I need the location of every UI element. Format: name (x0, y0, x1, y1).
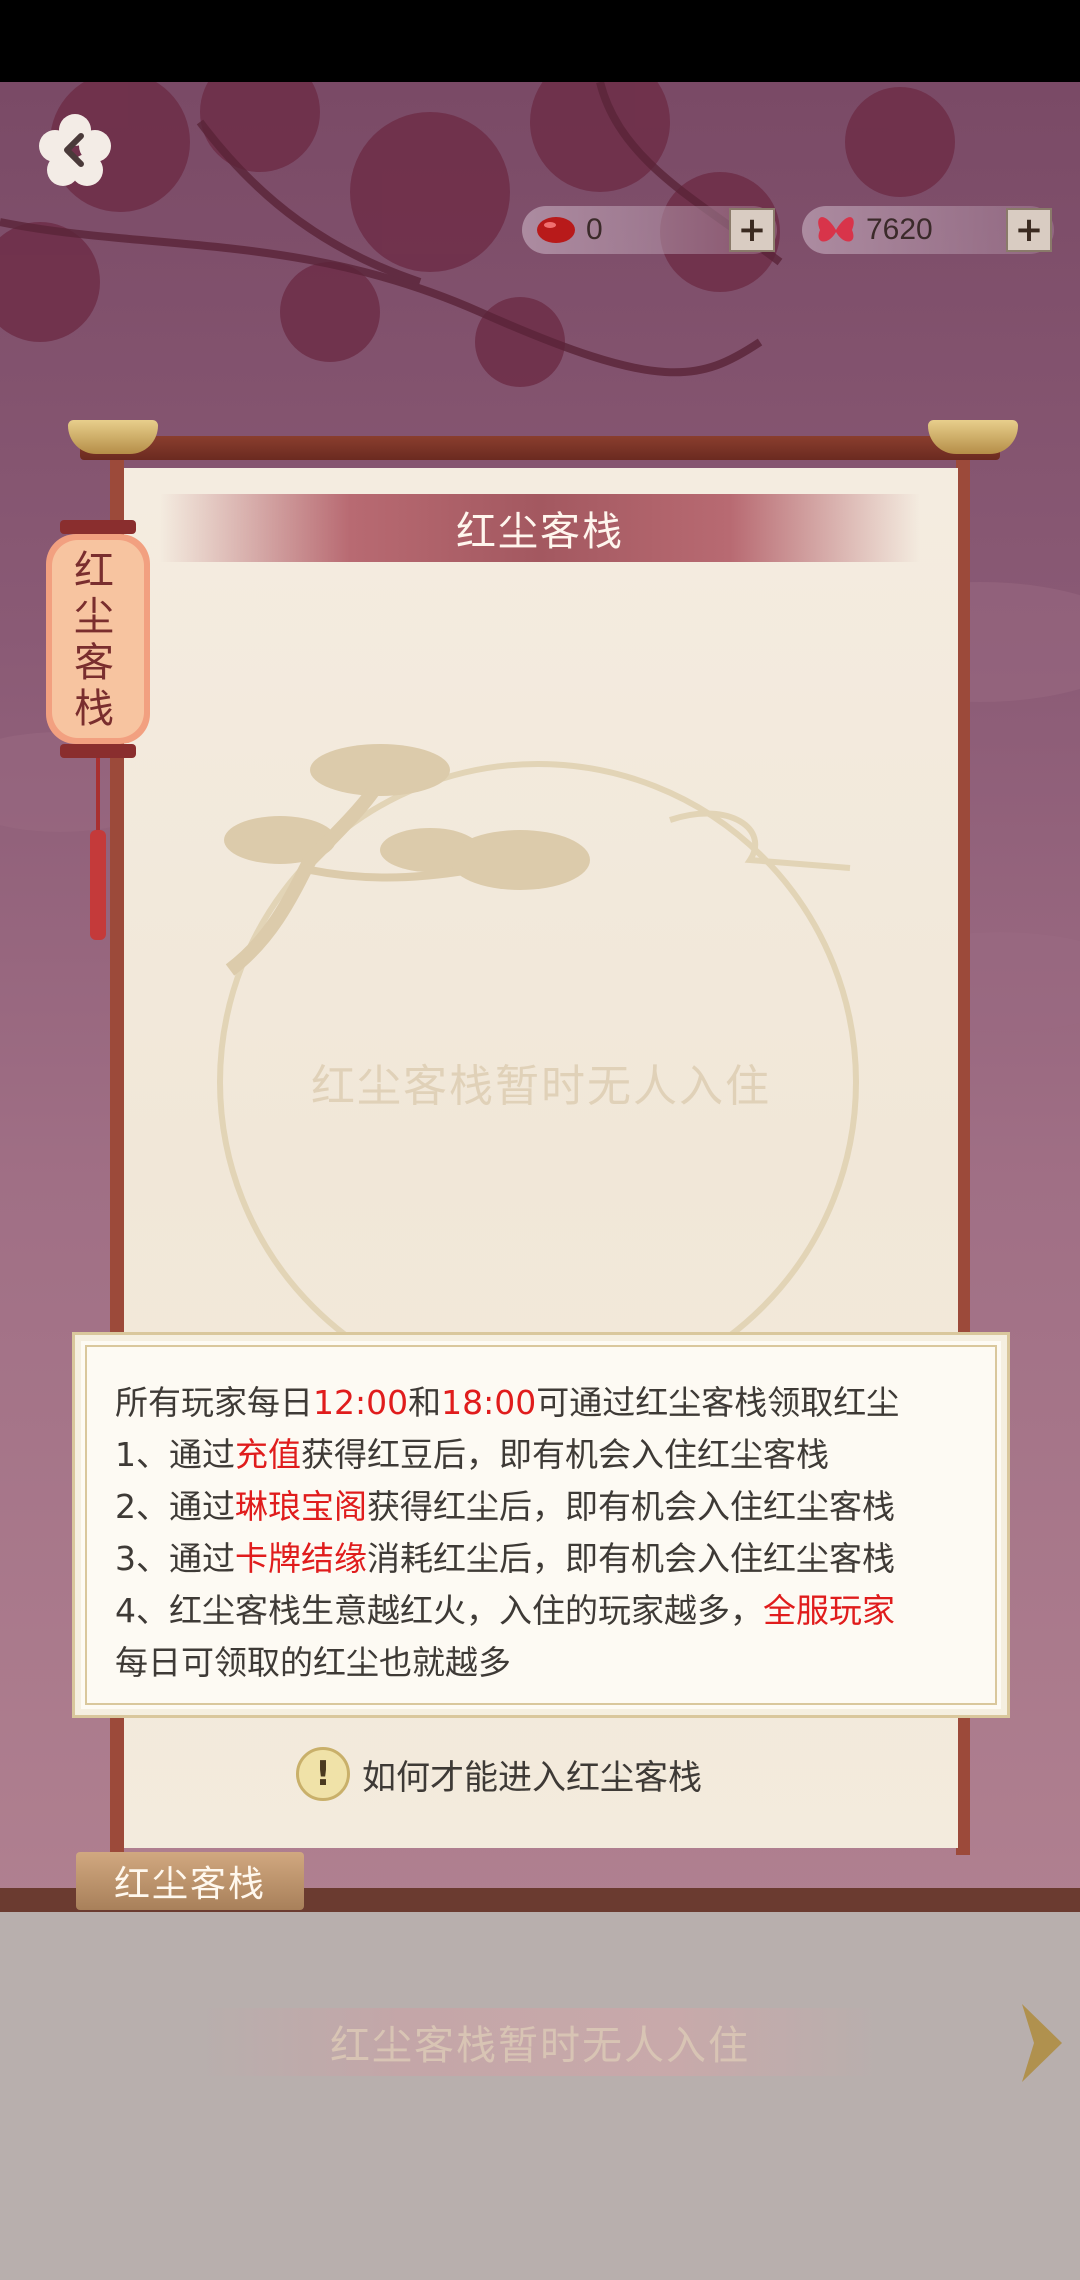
bottom-panel (0, 1912, 1080, 2280)
red-dust-value: 7620 (866, 213, 933, 246)
inn-tab-tag[interactable]: 红尘客栈 (76, 1852, 304, 1910)
bottom-banner: 红尘客栈暂时无人入住 (200, 2008, 880, 2076)
info-line-4: 3、通过卡牌结缘消耗红尘后，即有机会入住红尘客栈 (115, 1539, 895, 1578)
treasure-pavilion-link[interactable]: 琳琅宝阁 (235, 1487, 367, 1526)
lantern-label: 红尘客栈 (74, 548, 114, 732)
info-line-6: 每日可领取的红尘也就越多 (115, 1643, 511, 1682)
inn-tab-label: 红尘客栈 (113, 1864, 266, 1905)
bottom-empty-message: 红尘客栈暂时无人入住 (330, 2023, 750, 2069)
exclamation-icon: ! (296, 1747, 350, 1801)
frame-cap-right (928, 420, 1018, 454)
red-bean-value: 0 (586, 213, 603, 246)
frame-cap-left (68, 420, 158, 454)
panel-title: 红尘客栈 (456, 509, 624, 555)
red-bean-icon (532, 206, 580, 254)
add-red-dust-button[interactable]: + (1006, 208, 1052, 252)
info-line-3: 2、通过琳琅宝阁获得红尘后，即有机会入住红尘客栈 (115, 1487, 895, 1526)
butterfly-icon (812, 206, 860, 254)
status-bar (0, 0, 1080, 82)
info-line-5: 4、红尘客栈生意越红火，入住的玩家越多，全服玩家 (115, 1591, 895, 1630)
how-to-enter-button[interactable]: ! 如何才能进入红尘客栈 (296, 1744, 702, 1804)
red-bean-counter: 0 + (522, 206, 777, 254)
recharge-link[interactable]: 充值 (235, 1435, 301, 1474)
info-text: 所有玩家每日12:00和18:00可通过红尘客栈领取红尘 1、通过充值获得红豆后… (115, 1377, 977, 1689)
red-dust-counter: 7620 + (802, 206, 1054, 254)
card-bond-link[interactable]: 卡牌结缘 (235, 1539, 367, 1578)
info-line-2: 1、通过充值获得红豆后，即有机会入住红尘客栈 (115, 1435, 829, 1474)
next-arrow-icon[interactable] (1018, 2000, 1066, 2086)
info-line-1: 所有玩家每日12:00和18:00可通过红尘客栈领取红尘 (115, 1383, 900, 1422)
back-chevron-icon (39, 114, 111, 186)
info-box: 所有玩家每日12:00和18:00可通过红尘客栈领取红尘 1、通过充值获得红豆后… (72, 1332, 1010, 1718)
panel-title-banner: 红尘客栈 (160, 494, 920, 562)
add-red-bean-button[interactable]: + (729, 208, 775, 252)
how-to-enter-label: 如何才能进入红尘客栈 (362, 1757, 702, 1798)
empty-inn-message: 红尘客栈暂时无人入住 (311, 1061, 771, 1112)
back-button[interactable] (30, 105, 120, 195)
frame-top-bar (80, 436, 1000, 460)
